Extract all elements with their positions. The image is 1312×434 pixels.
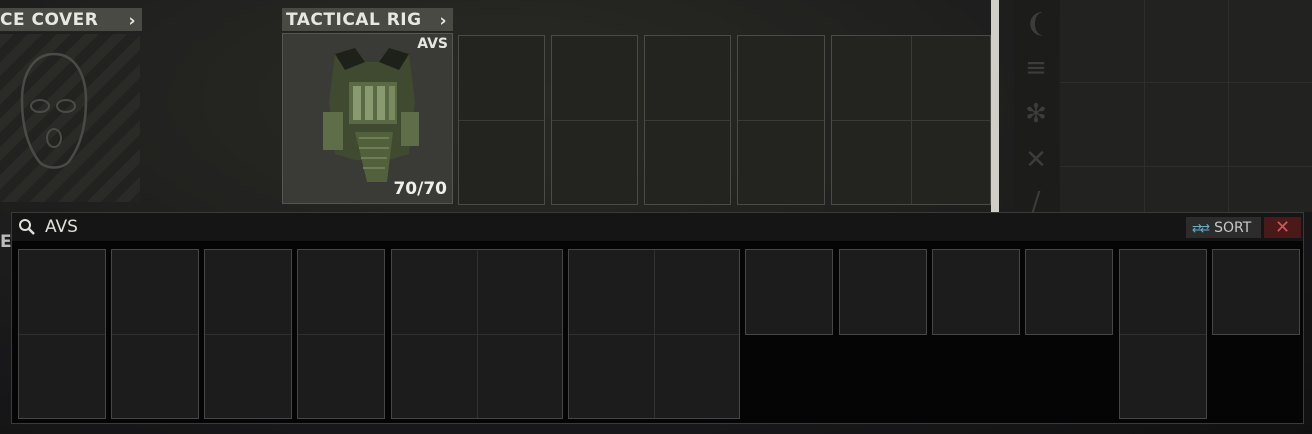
rig-cell[interactable] <box>551 35 638 205</box>
result-cell[interactable] <box>18 249 106 419</box>
chevron-right-icon[interactable]: › <box>128 11 136 31</box>
sort-button[interactable]: ⇄⇄ SORT <box>1186 217 1261 238</box>
result-cell[interactable] <box>1119 249 1207 419</box>
face-cover-slot[interactable] <box>0 34 140 202</box>
tactical-rig-title: TACTICAL RIG <box>286 9 422 30</box>
durability-label: 70/70 <box>393 179 447 199</box>
sort-icon: ⇄⇄ <box>1192 220 1210 235</box>
sort-label: SORT <box>1214 219 1252 236</box>
rig-cell[interactable] <box>644 35 731 205</box>
filter-icon-column: ❨ ≡ ✻ ✕ ∕ <box>1014 0 1058 217</box>
tactical-rig-header: TACTICAL RIG › <box>282 8 453 32</box>
result-cell[interactable] <box>568 249 740 419</box>
food-icon[interactable]: ✕ <box>1018 142 1054 178</box>
result-cell[interactable] <box>1212 249 1300 335</box>
search-query: AVS <box>45 217 78 237</box>
pane-divider <box>991 0 999 212</box>
result-cell[interactable] <box>839 249 927 335</box>
side-letter: E <box>0 232 12 252</box>
rig-cell[interactable] <box>737 35 825 205</box>
result-cell[interactable] <box>111 249 199 419</box>
medical-icon[interactable]: ✻ <box>1018 96 1054 132</box>
stash-grid[interactable] <box>1060 0 1312 212</box>
result-cell[interactable] <box>932 249 1020 335</box>
rig-cell[interactable] <box>458 35 545 205</box>
result-cell[interactable] <box>745 249 833 335</box>
result-cell[interactable] <box>297 249 385 419</box>
plate-carrier-icon <box>323 48 419 182</box>
ammo-icon[interactable]: ≡ <box>1018 50 1054 86</box>
search-icon <box>19 219 35 235</box>
close-button[interactable]: ✕ <box>1264 217 1301 238</box>
rig-cell[interactable] <box>831 35 991 205</box>
face-cover-title: CE COVER <box>0 9 99 30</box>
result-cell[interactable] <box>204 249 292 419</box>
search-window-titlebar[interactable]: AVS ⇄⇄ SORT ✕ <box>12 213 1303 241</box>
chevron-right-icon[interactable]: › <box>439 11 447 31</box>
tactical-rig-slot[interactable]: AVS 70/70 <box>282 33 453 204</box>
search-results-window: AVS ⇄⇄ SORT ✕ <box>11 212 1304 424</box>
result-cell[interactable] <box>1025 249 1113 335</box>
balaclava-icon <box>20 52 88 169</box>
face-cover-header: CE COVER › <box>0 8 142 32</box>
magazine-icon[interactable]: ❨ <box>1018 6 1054 42</box>
result-cell[interactable] <box>391 249 563 419</box>
